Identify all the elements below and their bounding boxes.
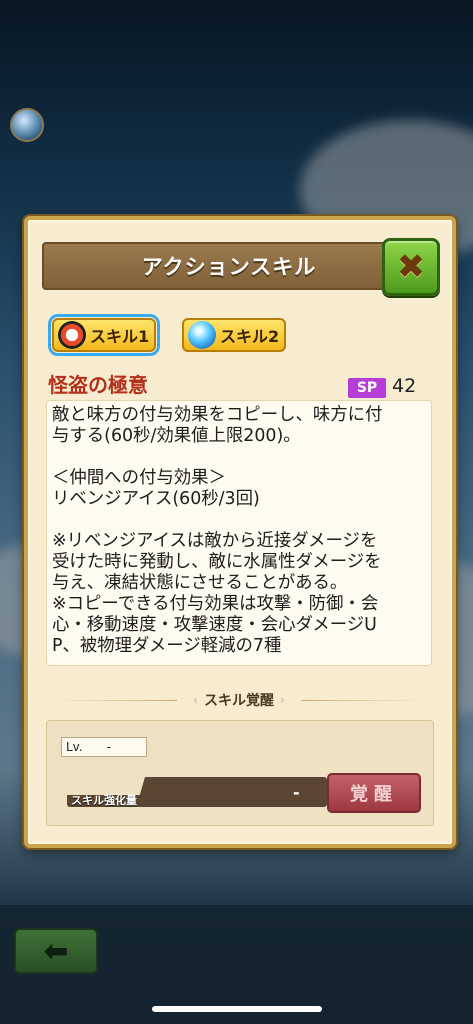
skill-name: 怪盗の極意	[48, 373, 148, 397]
back-button[interactable]: ⬅	[14, 928, 98, 974]
back-arrow-icon: ⬅	[43, 933, 69, 969]
action-skill-dialog: アクションスキル ✖ スキル1 スキル2 怪盗の極意 SP 42 敵と味方の付与…	[24, 216, 456, 848]
ornament-right-icon: ›	[280, 693, 285, 707]
menu-orb-icon[interactable]	[10, 108, 44, 142]
divider-line-left	[56, 699, 178, 701]
ice-orb-icon	[188, 321, 216, 349]
close-button[interactable]: ✖	[382, 238, 440, 296]
sp-value: 42	[392, 375, 417, 397]
tab-skill-2-label: スキル2	[220, 327, 280, 346]
awaken-section-header: ‹ スキル覚醒 ›	[46, 690, 432, 710]
awaken-box: Lv. - スキル強化量 - 覚醒	[46, 720, 434, 826]
gauge-value: -	[293, 783, 300, 802]
level-label: Lv.	[66, 740, 83, 754]
level-field: Lv. -	[61, 737, 147, 757]
tab-skill-2[interactable]: スキル2	[182, 318, 286, 352]
level-value: -	[106, 740, 112, 754]
divider-line-right	[300, 699, 422, 701]
sp-badge: SP	[348, 378, 386, 398]
tab-skill-1[interactable]: スキル1	[48, 314, 160, 356]
close-x-icon: ✖	[396, 247, 426, 287]
awaken-section-label: スキル覚醒	[204, 693, 274, 709]
awaken-button[interactable]: 覚醒	[327, 773, 421, 813]
home-indicator[interactable]	[152, 1006, 322, 1012]
dialog-title: アクションスキル	[141, 255, 317, 279]
skill-description: 敵と味方の付与効果をコピーし、味方に付 与する(60秒/効果値上限200)。 ＜…	[46, 400, 432, 666]
thief-mask-icon	[58, 321, 86, 349]
dialog-title-bar: アクションスキル	[42, 242, 416, 290]
gauge-label: スキル強化量	[71, 794, 137, 807]
awaken-button-label: 覚醒	[350, 784, 398, 805]
ornament-left-icon: ‹	[193, 693, 198, 707]
tab-skill-1-label: スキル1	[90, 327, 150, 346]
